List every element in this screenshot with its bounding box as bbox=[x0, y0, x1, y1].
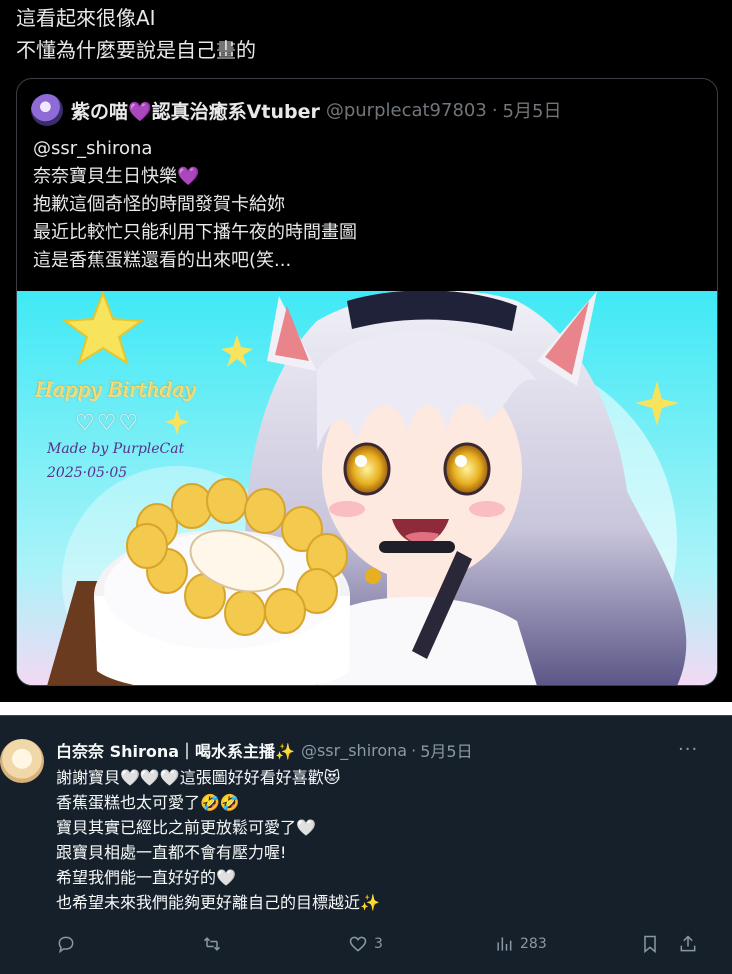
retweet-icon bbox=[203, 937, 221, 951]
tweet-line: 這看起來很像AI bbox=[16, 6, 156, 30]
reply-icon bbox=[58, 936, 74, 954]
bookmark-button[interactable] bbox=[640, 931, 660, 957]
reply-line: 香蕉蛋糕也太可愛了🤣🤣 bbox=[56, 793, 240, 812]
quoted-tweet-image[interactable]: Happy Birthday ♡♡♡ Made by PurpleCat 202… bbox=[17, 291, 717, 685]
like-button[interactable]: 3 bbox=[348, 931, 383, 957]
views-button[interactable]: 283 bbox=[494, 931, 547, 957]
quoted-line: @ssr_shirona bbox=[33, 138, 153, 159]
reply-line: 謝謝寶貝🤍🤍🤍這張圖好好看好喜歡😻 bbox=[56, 768, 341, 787]
quoted-author-handle[interactable]: @purplecat97803 bbox=[326, 100, 487, 121]
quoted-line: 這是香蕉蛋糕還看的出來吧(笑... bbox=[33, 250, 292, 271]
reply-date[interactable]: 5月5日 bbox=[420, 738, 472, 762]
reply-tweet[interactable]: 白奈奈 Shirona｜喝水系主播✨ @ssr_shirona · 5月5日 ·… bbox=[0, 715, 732, 974]
divider-strip bbox=[0, 702, 732, 715]
quoted-author-name[interactable]: 紫の喵💜認真治癒系Vtuber bbox=[71, 97, 320, 124]
quoted-author-avatar[interactable] bbox=[31, 94, 63, 126]
views-icon bbox=[497, 937, 512, 951]
tweet-line: 不懂為什麼要說是自己畫的 bbox=[16, 38, 256, 62]
reply-action-bar: 3 283 bbox=[56, 931, 716, 957]
more-options-icon[interactable]: ··· bbox=[678, 739, 698, 760]
separator-dot: · bbox=[491, 99, 498, 121]
tweet-text: 這看起來很像AI 不懂為什麼要說是自己畫的 bbox=[16, 2, 256, 66]
reply-author-handle[interactable]: @ssr_shirona bbox=[301, 741, 407, 760]
card-credit: Made by PurpleCat bbox=[47, 441, 185, 457]
bookmark-icon bbox=[644, 935, 656, 954]
reply-border bbox=[0, 715, 732, 716]
reply-text: 謝謝寶貝🤍🤍🤍這張圖好好看好喜歡😻 香蕉蛋糕也太可愛了🤣🤣 寶貝其實已經比之前更… bbox=[56, 765, 380, 915]
quoted-tweet-card[interactable]: 紫の喵💜認真治癒系Vtuber @purplecat97803 · 5月5日 @… bbox=[16, 78, 718, 686]
view-count: 283 bbox=[520, 936, 547, 952]
retweet-button[interactable] bbox=[202, 931, 228, 957]
reply-line: 也希望未來我們能夠更好離自己的目標越近✨ bbox=[56, 893, 380, 912]
birthday-illustration bbox=[17, 291, 717, 685]
reply-line: 跟寶貝相處一直都不會有壓力喔! bbox=[56, 843, 287, 862]
quoted-tweet-header: 紫の喵💜認真治癒系Vtuber @purplecat97803 · 5月5日 bbox=[31, 93, 561, 127]
card-title: Happy Birthday bbox=[35, 377, 196, 401]
card-hearts: ♡♡♡ bbox=[75, 411, 141, 436]
quoted-tweet-text: @ssr_shirona 奈奈寶貝生日快樂💜 抱歉這個奇怪的時間發賀卡給妳 最近… bbox=[33, 135, 357, 275]
reply-button[interactable] bbox=[56, 931, 82, 957]
quoted-tweet-date[interactable]: 5月5日 bbox=[503, 97, 562, 123]
main-tweet: 這看起來很像AI 不懂為什麼要說是自己畫的 紫の喵💜認真治癒系Vtuber @p… bbox=[0, 0, 732, 702]
like-icon bbox=[349, 936, 367, 952]
reply-header: 白奈奈 Shirona｜喝水系主播✨ @ssr_shirona · 5月5日 bbox=[56, 737, 473, 763]
share-button[interactable] bbox=[678, 931, 698, 957]
separator-dot: · bbox=[411, 740, 417, 760]
reply-author-avatar[interactable] bbox=[0, 739, 44, 783]
like-count: 3 bbox=[374, 936, 383, 952]
reply-author-name[interactable]: 白奈奈 Shirona｜喝水系主播✨ bbox=[56, 738, 295, 762]
card-date: 2025·05·05 bbox=[47, 465, 128, 481]
quoted-line: 奈奈寶貝生日快樂💜 bbox=[33, 166, 200, 187]
share-icon bbox=[680, 935, 696, 952]
quoted-line: 抱歉這個奇怪的時間發賀卡給妳 bbox=[33, 194, 285, 215]
reply-line: 寶貝其實已經比之前更放鬆可愛了🤍 bbox=[56, 818, 316, 837]
reply-line: 希望我們能一直好好的🤍 bbox=[56, 868, 236, 887]
quoted-line: 最近比較忙只能利用下播午夜的時間畫圖 bbox=[33, 222, 357, 243]
